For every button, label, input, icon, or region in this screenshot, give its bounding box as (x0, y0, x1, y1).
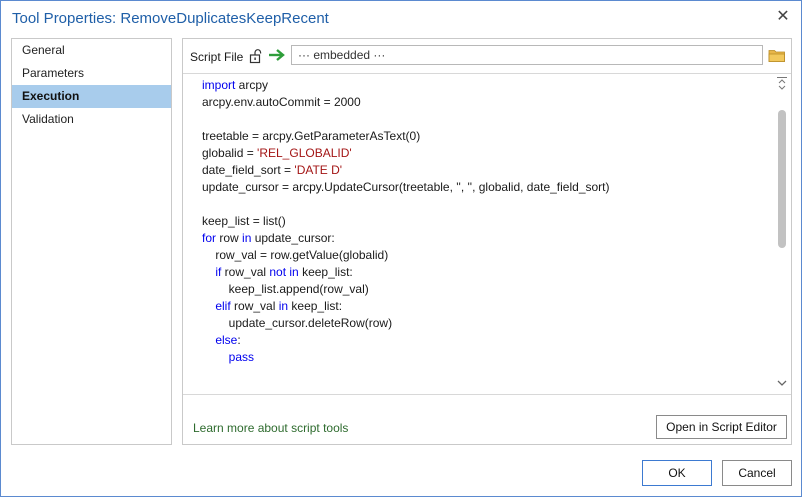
code-string: 'REL_GLOBALID' (257, 146, 352, 160)
code-text: : (237, 333, 241, 347)
script-file-row: Script File (183, 39, 791, 73)
code-text: date_field_sort = (202, 163, 295, 177)
cancel-button[interactable]: Cancel (722, 460, 792, 486)
code-line: keep_list = list() (202, 213, 610, 230)
code-text: row (216, 231, 243, 245)
tab-execution[interactable]: Execution (12, 85, 171, 108)
code-keyword: pass (228, 350, 255, 364)
code-text: update_cursor.deleteRow(row) (202, 316, 393, 330)
code-line: row_val = row.getValue(globalid) (202, 247, 610, 264)
code-text: keep_list = list() (202, 214, 286, 228)
script-file-label: Script File (190, 50, 244, 64)
arrow-right-icon[interactable] (268, 47, 286, 63)
folder-icon[interactable] (768, 48, 786, 63)
code-line: import arcpy (202, 77, 610, 94)
code-line: if row_val not in keep_list: (202, 264, 610, 281)
code-keyword: for (202, 231, 217, 245)
code-keyword: else (215, 333, 238, 347)
scrollbar-thumb[interactable] (778, 110, 786, 248)
tool-properties-dialog: Tool Properties: RemoveDuplicatesKeepRec… (0, 0, 802, 497)
code-text: treetable = arcpy.GetParameterAsText(0) (202, 129, 421, 143)
code-string: 'DATE D' (294, 163, 343, 177)
code-keyword: not in (269, 265, 299, 279)
code-editor[interactable]: import arcpy arcpy.env.autoCommit = 2000 t… (183, 73, 791, 395)
code-text: update_cursor = arcpy.UpdateCursor(treet… (202, 180, 610, 194)
unlock-icon[interactable] (249, 48, 263, 64)
scroll-down-icon[interactable] (776, 377, 788, 389)
tab-parameters[interactable]: Parameters (12, 62, 171, 85)
dialog-title: Tool Properties: RemoveDuplicatesKeepRec… (12, 10, 329, 27)
code-line: update_cursor.deleteRow(row) (202, 315, 610, 332)
code-line: arcpy.env.autoCommit = 2000 (202, 94, 610, 111)
code-text: row_val (221, 265, 270, 279)
ok-button[interactable]: OK (642, 460, 712, 486)
code-keyword: in (242, 231, 252, 245)
learn-more-link[interactable]: Learn more about script tools (193, 421, 348, 435)
tab-general[interactable]: General (12, 39, 171, 62)
code-keyword: in (278, 299, 289, 313)
code-text: row_val = row.getValue(globalid) (202, 248, 389, 262)
tab-validation[interactable]: Validation (12, 108, 171, 131)
horizontal-scrollbar[interactable] (183, 393, 791, 409)
code-lines: import arcpy arcpy.env.autoCommit = 2000 t… (202, 77, 610, 366)
code-line: else: (202, 332, 610, 349)
code-text: row_val (230, 299, 279, 313)
code-text: keep_list: (288, 299, 343, 313)
code-text: arcpy (235, 78, 269, 92)
scroll-up-icon[interactable] (776, 76, 788, 90)
code-text: keep_list: (298, 265, 353, 279)
script-file-input[interactable] (291, 45, 763, 65)
execution-panel: Script File ··· embedded ··· import arcp… (182, 38, 792, 445)
code-keyword: import (202, 78, 236, 92)
code-line: update_cursor = arcpy.UpdateCursor(treet… (202, 179, 610, 196)
code-line: treetable = arcpy.GetParameterAsText(0) (202, 128, 610, 145)
code-line: keep_list.append(row_val) (202, 281, 610, 298)
code-text: arcpy.env.autoCommit = 2000 (202, 95, 361, 109)
code-line: pass (202, 349, 610, 366)
code-text: update_cursor: (251, 231, 335, 245)
vertical-scrollbar[interactable] (774, 74, 791, 394)
code-line: elif row_val in keep_list: (202, 298, 610, 315)
code-line: date_field_sort = 'DATE D' (202, 162, 610, 179)
close-icon[interactable]: ✕ (775, 9, 791, 25)
code-line: for row in update_cursor: (202, 230, 610, 247)
open-in-script-editor-button[interactable]: Open in Script Editor (656, 415, 787, 439)
code-keyword: elif (215, 299, 231, 313)
code-text: globalid = (202, 146, 258, 160)
code-text: keep_list.append(row_val) (202, 282, 369, 296)
properties-tab-list: General Parameters Execution Validation (11, 38, 172, 445)
code-line: globalid = 'REL_GLOBALID' (202, 145, 610, 162)
